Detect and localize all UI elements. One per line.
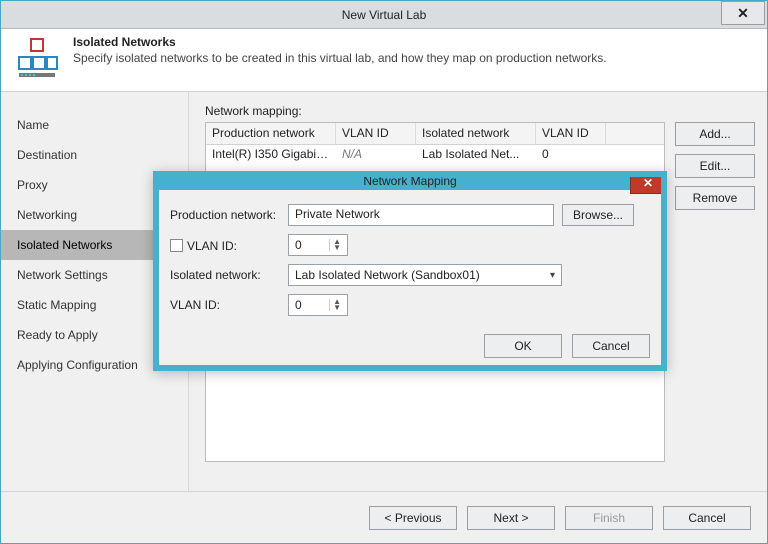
network-mapping-dialog: Network Mapping ✕ Production network: Pr… [153,171,667,371]
dialog-body: Production network: Private Network Brow… [154,190,666,334]
vlan-id-1-stepper[interactable]: 0 ▲▼ [288,234,348,256]
grid-header: Production network VLAN ID Isolated netw… [206,123,664,145]
isolated-networks-icon [13,35,61,83]
cancel-button[interactable]: Cancel [663,506,751,530]
next-button[interactable]: Next > [467,506,555,530]
chevron-down-icon: ▾ [550,270,555,281]
window-close-button[interactable]: ✕ [721,1,765,25]
add-button[interactable]: Add... [675,122,755,146]
dialog-footer: OK Cancel [154,334,666,370]
production-network-input[interactable]: Private Network [288,204,554,226]
vlan-id-2-label: VLAN ID: [170,298,280,312]
window-title: New Virtual Lab [342,8,427,22]
stepper-arrows-icon[interactable]: ▲▼ [329,299,341,311]
table-row[interactable]: Intel(R) I350 Gigabit ... N/A Lab Isolat… [206,145,664,165]
wizard-footer: < Previous Next > Finish Cancel [1,491,767,543]
close-icon: ✕ [643,176,653,190]
cell-vlan2: 0 [536,145,606,165]
network-mapping-label: Network mapping: [205,104,665,118]
dialog-close-button[interactable]: ✕ [630,172,666,194]
cell-iso: Lab Isolated Net... [416,145,536,165]
cell-prod: Intel(R) I350 Gigabit ... [206,145,336,165]
col-production-network[interactable]: Production network [206,123,336,144]
stepper-arrows-icon[interactable]: ▲▼ [329,239,341,251]
header-heading: Isolated Networks [73,35,607,49]
col-vlan-id-1[interactable]: VLAN ID [336,123,416,144]
vlan-id-checkbox[interactable] [170,239,183,252]
edit-button[interactable]: Edit... [675,154,755,178]
wizard-window: New Virtual Lab ✕ Isolated Networks Spec… [0,0,768,544]
browse-button[interactable]: Browse... [562,204,634,226]
production-network-label: Production network: [170,208,280,222]
close-icon: ✕ [737,5,749,22]
sidebar-item-destination[interactable]: Destination [1,140,188,170]
isolated-network-select[interactable]: Lab Isolated Network (Sandbox01) ▾ [288,264,562,286]
isolated-network-label: Isolated network: [170,268,280,282]
finish-button: Finish [565,506,653,530]
cell-vlan1: N/A [336,145,416,165]
col-isolated-network[interactable]: Isolated network [416,123,536,144]
header-subheading: Specify isolated networks to be created … [73,51,607,65]
dialog-cancel-button[interactable]: Cancel [572,334,650,358]
grid-side-buttons: Add... Edit... Remove [675,104,755,491]
vlan-id-2-stepper[interactable]: 0 ▲▼ [288,294,348,316]
sidebar-item-name[interactable]: Name [1,110,188,140]
titlebar: New Virtual Lab ✕ [1,1,767,29]
wizard-header: Isolated Networks Specify isolated netwo… [1,29,767,92]
dialog-titlebar: Network Mapping ✕ [154,172,666,190]
previous-button[interactable]: < Previous [369,506,457,530]
col-vlan-id-2[interactable]: VLAN ID [536,123,606,144]
remove-button[interactable]: Remove [675,186,755,210]
dialog-title: Network Mapping [363,174,456,188]
vlan-id-1-label: VLAN ID: [170,237,280,253]
ok-button[interactable]: OK [484,334,562,358]
